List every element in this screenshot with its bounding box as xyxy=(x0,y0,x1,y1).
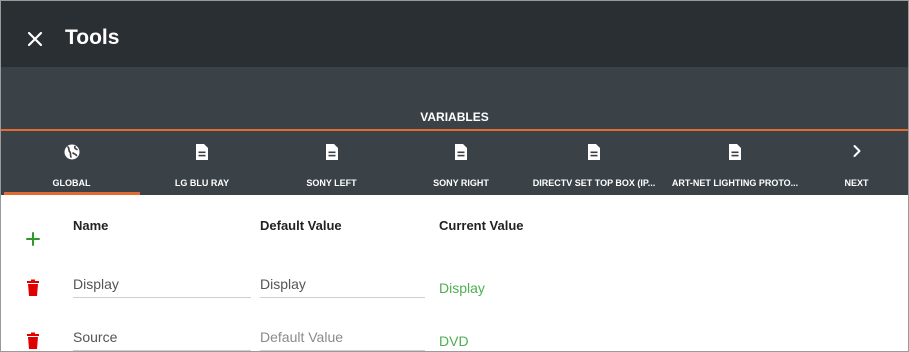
tab-directv-set-top-box[interactable]: DIRECTV SET TOP BOX (IP... xyxy=(523,131,665,195)
document-icon xyxy=(588,144,600,160)
current-value: Display xyxy=(439,280,485,296)
default-value-field[interactable]: Default Value xyxy=(260,329,425,351)
column-header-name: Name xyxy=(73,218,109,233)
document-icon xyxy=(196,144,208,160)
current-value: DVD xyxy=(439,333,469,349)
active-tab-indicator xyxy=(4,192,140,195)
globe-icon xyxy=(64,144,79,160)
name-field[interactable]: Display xyxy=(73,276,251,298)
add-variable-button[interactable] xyxy=(25,231,41,247)
tab-art-net-lighting[interactable]: ART-NET LIGHTING PROTO... xyxy=(665,131,805,195)
tab-label: SONY LEFT xyxy=(306,178,357,188)
column-header-default-value: Default Value xyxy=(260,218,342,233)
tab-label: LG BLU RAY xyxy=(174,178,230,188)
tab-label: NEXT xyxy=(844,178,869,188)
device-tabs: GLOBAL LG BLU RAY SONY LEFT SONY RIGHT D… xyxy=(1,131,908,195)
variables-label: VARIABLES xyxy=(420,110,489,124)
tab-label: DIRECTV SET TOP BOX (IP... xyxy=(532,178,656,188)
document-icon xyxy=(729,144,741,160)
column-header-current-value: Current Value xyxy=(439,218,524,233)
top-bar: Tools xyxy=(1,1,908,67)
default-value: Display xyxy=(260,276,306,292)
name-field[interactable]: Source xyxy=(73,329,251,351)
name-value: Source xyxy=(73,329,118,345)
tab-global[interactable]: GLOBAL xyxy=(3,131,140,195)
tab-sony-left[interactable]: SONY LEFT xyxy=(264,131,399,195)
page-title: Tools xyxy=(65,26,120,49)
tools-panel: Tools VARIABLES GLOBAL LG BLU RAY SONY L… xyxy=(0,0,909,352)
document-icon xyxy=(325,144,338,160)
name-value: Display xyxy=(73,276,119,292)
document-icon xyxy=(455,144,467,160)
tab-label: SONY RIGHT xyxy=(433,178,489,188)
delete-icon[interactable] xyxy=(26,332,40,350)
delete-icon[interactable] xyxy=(26,279,40,297)
tab-label: GLOBAL xyxy=(52,178,91,188)
close-icon[interactable] xyxy=(23,27,47,51)
tab-lg-blu-ray[interactable]: LG BLU RAY xyxy=(140,131,264,195)
tab-next[interactable]: NEXT xyxy=(805,131,908,195)
tab-label: ART-NET LIGHTING PROTO... xyxy=(671,178,799,188)
default-value-placeholder: Default Value xyxy=(260,329,344,345)
chevron-right-icon xyxy=(853,145,860,157)
tab-sony-right[interactable]: SONY RIGHT xyxy=(399,131,523,195)
default-value-field[interactable]: Display xyxy=(260,276,425,298)
